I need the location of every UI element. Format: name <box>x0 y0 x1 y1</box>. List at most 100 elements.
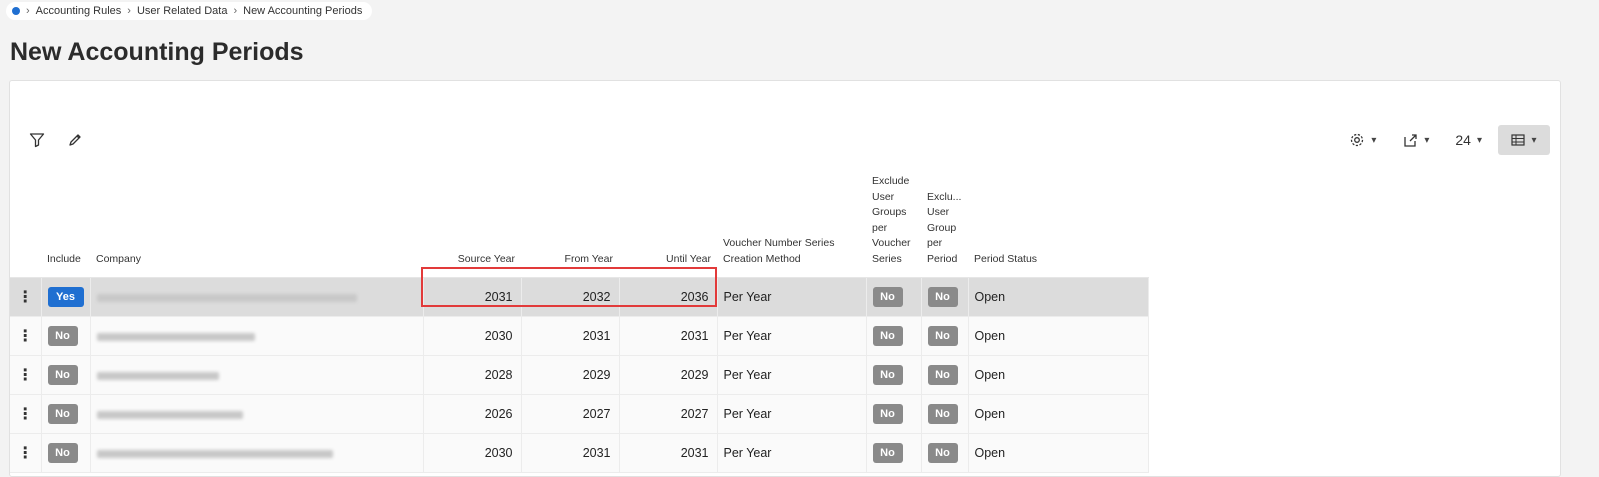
voucher-method-cell: Per Year <box>717 316 867 356</box>
voucher-method-cell: Per Year <box>717 355 867 395</box>
header-voucher-method[interactable]: Voucher Number Series Creation Method <box>717 161 866 278</box>
source-year-cell: 2030 <box>423 316 522 356</box>
company-cell <box>90 433 424 473</box>
excl-voucher-badge: No <box>872 287 903 307</box>
until-year-cell: 2029 <box>619 355 718 395</box>
row-menu-icon[interactable]: ⋮ <box>10 355 42 395</box>
source-year-cell: 2026 <box>423 394 522 434</box>
table-row[interactable]: ⋮ No 2030 2031 2031 Per Year No No Open <box>10 316 1149 356</box>
chevron-down-icon: ▾ <box>1531 134 1537 146</box>
source-year-cell: 2028 <box>423 355 522 395</box>
row-menu-icon[interactable]: ⋮ <box>10 277 42 317</box>
company-cell <box>90 394 424 434</box>
source-year-cell: 2030 <box>423 433 522 473</box>
excl-voucher-badge: No <box>872 404 903 424</box>
voucher-method-cell: Per Year <box>717 277 867 317</box>
table-row[interactable]: ⋮ Yes 2031 2032 2036 Per Year No No Open <box>10 277 1149 317</box>
include-cell: No <box>41 355 91 395</box>
company-redacted <box>96 410 243 419</box>
breadcrumb-item-user-related-data[interactable]: User Related Data <box>137 5 228 17</box>
company-redacted <box>96 449 333 458</box>
header-period-status[interactable]: Period Status <box>968 161 1148 278</box>
chevron-right-icon: › <box>233 5 238 17</box>
from-year-cell: 2031 <box>521 433 620 473</box>
company-cell <box>90 355 424 395</box>
from-year-cell: 2032 <box>521 277 620 317</box>
until-year-cell: 2031 <box>619 433 718 473</box>
excl-voucher-badge: No <box>872 443 903 463</box>
row-menu-icon[interactable]: ⋮ <box>10 316 42 356</box>
toolbar-right: ▾ ▾ 24 ▾ ▾ <box>1333 125 1560 155</box>
include-cell: No <box>41 394 91 434</box>
excl-period-cell: No <box>921 355 969 395</box>
excl-voucher-cell: No <box>866 316 922 356</box>
breadcrumb-item-accounting-rules[interactable]: Accounting Rules <box>36 5 122 17</box>
voucher-method-cell: Per Year <box>717 394 867 434</box>
breadcrumb-item-current: New Accounting Periods <box>243 5 363 17</box>
excl-period-badge: No <box>927 443 958 463</box>
header-company[interactable]: Company <box>90 161 423 278</box>
grid-panel: ▾ ▾ 24 ▾ ▾ Include Company Source Year F… <box>9 80 1561 477</box>
page-size-value: 24 <box>1455 132 1471 148</box>
excl-voucher-cell: No <box>866 355 922 395</box>
company-redacted <box>96 371 219 380</box>
pencil-icon[interactable] <box>66 131 84 149</box>
table-view-icon <box>1511 134 1526 146</box>
gear-icon <box>1351 133 1364 147</box>
excl-period-badge: No <box>927 404 958 424</box>
settings-menu-button[interactable]: ▾ <box>1339 125 1386 155</box>
period-status-cell: Open <box>968 433 1149 473</box>
excl-period-cell: No <box>921 394 969 434</box>
chevron-right-icon: › <box>127 5 131 17</box>
table-row[interactable]: ⋮ No 2026 2027 2027 Per Year No No Open <box>10 394 1149 434</box>
excl-period-badge: No <box>927 365 958 385</box>
row-menu-icon[interactable]: ⋮ <box>10 394 42 434</box>
period-status-cell: Open <box>968 394 1149 434</box>
excl-voucher-cell: No <box>866 433 922 473</box>
header-menu <box>10 161 41 278</box>
export-icon <box>1404 134 1418 147</box>
data-grid: Include Company Source Year From Year Un… <box>10 161 1149 473</box>
chevron-right-icon: › <box>26 5 30 17</box>
include-badge: No <box>47 404 78 424</box>
header-row: Include Company Source Year From Year Un… <box>10 161 1148 278</box>
excl-voucher-cell: No <box>866 277 922 317</box>
header-excl-period[interactable]: Exclu... User Group per Period <box>921 161 968 278</box>
page-size-select[interactable]: 24 ▾ <box>1445 125 1492 155</box>
include-badge: No <box>47 365 78 385</box>
row-menu-icon[interactable]: ⋮ <box>10 433 42 473</box>
filter-icon[interactable] <box>28 131 46 149</box>
until-year-cell: 2027 <box>619 394 718 434</box>
include-badge: No <box>47 326 78 346</box>
period-status-cell: Open <box>968 316 1149 356</box>
excl-period-cell: No <box>921 433 969 473</box>
excl-period-cell: No <box>921 316 969 356</box>
chevron-down-icon: ▾ <box>1371 134 1377 146</box>
company-redacted <box>96 332 255 341</box>
header-include[interactable]: Include <box>41 161 90 278</box>
table-row[interactable]: ⋮ No 2028 2029 2029 Per Year No No Open <box>10 355 1149 395</box>
excl-voucher-badge: No <box>872 326 903 346</box>
period-status-cell: Open <box>968 277 1149 317</box>
voucher-method-cell: Per Year <box>717 433 867 473</box>
page-title: New Accounting Periods <box>10 38 304 66</box>
header-from-year[interactable]: From Year <box>521 161 619 278</box>
include-cell: Yes <box>41 277 91 317</box>
from-year-cell: 2029 <box>521 355 620 395</box>
chevron-down-icon: ▾ <box>1476 134 1482 146</box>
header-source-year[interactable]: Source Year <box>423 161 521 278</box>
include-badge: No <box>47 443 78 463</box>
include-badge: Yes <box>47 287 84 307</box>
company-redacted <box>96 293 357 302</box>
export-menu-button[interactable]: ▾ <box>1392 125 1439 155</box>
table-view-button[interactable]: ▾ <box>1498 125 1550 155</box>
breadcrumb: › Accounting Rules › User Related Data ›… <box>6 2 373 20</box>
table-row[interactable]: ⋮ No 2030 2031 2031 Per Year No No Open <box>10 433 1149 473</box>
excl-period-cell: No <box>921 277 969 317</box>
include-cell: No <box>41 316 91 356</box>
header-until-year[interactable]: Until Year <box>619 161 717 278</box>
excl-period-badge: No <box>927 326 958 346</box>
home-icon[interactable] <box>12 7 20 15</box>
header-excl-voucher[interactable]: Exclude User Groups per Voucher Series <box>866 161 921 278</box>
excl-voucher-cell: No <box>866 394 922 434</box>
